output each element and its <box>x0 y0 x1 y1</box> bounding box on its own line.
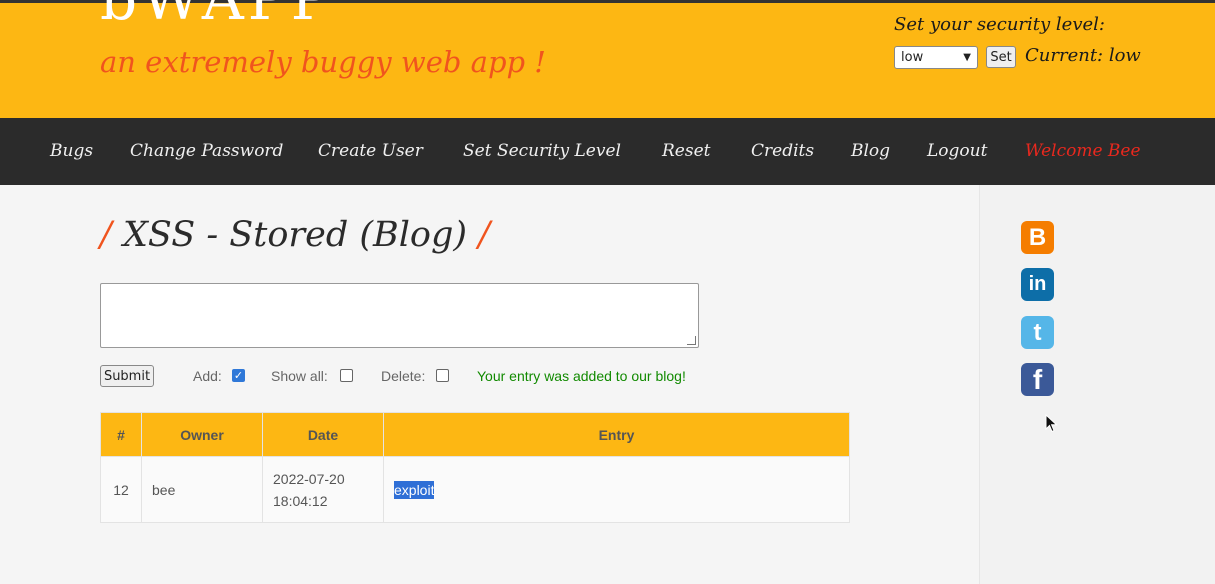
security-level-select[interactable]: low ▼ <box>894 46 978 69</box>
column-header-number: # <box>100 412 142 457</box>
current-security-level: Current: low <box>1025 45 1141 66</box>
facebook-icon[interactable]: f <box>1021 363 1054 396</box>
nav-item-reset[interactable]: Reset <box>662 141 710 161</box>
cell-owner: bee <box>141 456 263 523</box>
status-message: Your entry was added to our blog! <box>477 368 686 384</box>
title-slash-left: / <box>100 215 112 255</box>
mouse-cursor-icon <box>1045 414 1058 433</box>
cell-entry-text[interactable]: exploit <box>394 480 435 499</box>
nav-item-logout[interactable]: Logout <box>927 141 987 161</box>
delete-checkbox[interactable] <box>436 369 449 382</box>
nav-item-welcome[interactable]: Welcome Bee <box>1025 141 1141 161</box>
nav-item-create-user[interactable]: Create User <box>318 141 423 161</box>
resize-grip-icon[interactable] <box>687 336 696 345</box>
app-logo[interactable]: bWAPP <box>100 0 334 33</box>
show-all-label: Show all: <box>271 368 328 384</box>
page-title: / XSS - Stored (Blog) / <box>100 215 490 255</box>
security-level-value: low <box>901 50 924 65</box>
cell-date-time: 18:04:12 <box>273 492 328 509</box>
blog-entry-textarea[interactable] <box>100 283 699 348</box>
nav-item-change-password[interactable]: Change Password <box>130 141 283 161</box>
main-nav: Bugs Change Password Create User Set Sec… <box>0 118 1215 185</box>
app-tagline: an extremely buggy web app ! <box>100 45 546 79</box>
add-checkbox[interactable]: ✓ <box>232 369 245 382</box>
cell-date-day: 2022-07-20 <box>273 470 345 487</box>
security-level-label: Set your security level: <box>894 14 1105 35</box>
set-security-button[interactable]: Set <box>986 46 1016 68</box>
blog-table: # Owner Date Entry 12 bee 2022-07-20 18:… <box>100 412 850 523</box>
column-header-entry: Entry <box>383 412 850 457</box>
table-header-row: # Owner Date Entry <box>100 412 850 457</box>
submit-button[interactable]: Submit <box>100 365 154 387</box>
delete-label: Delete: <box>381 368 426 384</box>
blogger-icon[interactable]: B <box>1021 221 1054 254</box>
show-all-checkbox[interactable] <box>340 369 353 382</box>
column-header-date: Date <box>262 412 384 457</box>
header-banner: bWAPP an extremely buggy web app ! Set y… <box>0 0 1215 118</box>
cell-date: 2022-07-20 18:04:12 <box>262 456 384 523</box>
nav-item-credits[interactable]: Credits <box>751 141 814 161</box>
cell-number: 12 <box>100 456 142 523</box>
table-row: 12 bee 2022-07-20 18:04:12 exploit <box>100 456 850 523</box>
page-title-text: XSS - Stored (Blog) <box>122 215 468 255</box>
nav-item-bugs[interactable]: Bugs <box>50 141 93 161</box>
nav-item-set-security-level[interactable]: Set Security Level <box>463 141 621 161</box>
chevron-down-icon: ▼ <box>963 52 971 63</box>
title-slash-right: / <box>478 215 490 255</box>
cell-entry: exploit <box>383 456 850 523</box>
add-label: Add: <box>193 368 222 384</box>
column-header-owner: Owner <box>141 412 263 457</box>
twitter-icon[interactable]: t <box>1021 316 1054 349</box>
linkedin-icon[interactable]: in <box>1021 268 1054 301</box>
nav-item-blog[interactable]: Blog <box>851 141 890 161</box>
